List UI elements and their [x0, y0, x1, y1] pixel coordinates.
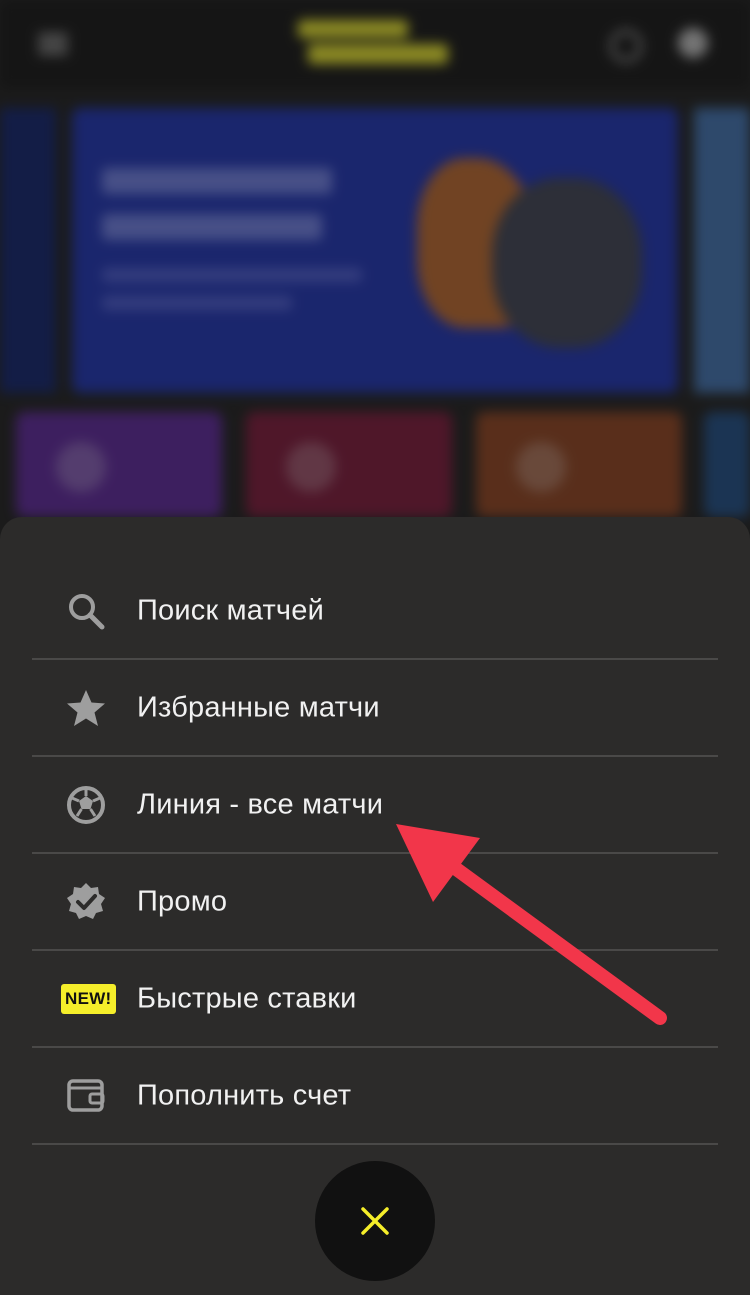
close-icon	[361, 1207, 389, 1235]
new-badge-icon: NEW!	[61, 977, 116, 1021]
wallet-icon	[64, 1074, 108, 1118]
menu-list: Поиск матчей Избранные матчи Линия - все…	[32, 563, 718, 1145]
menu-item-label: Избранные матчи	[137, 691, 380, 723]
top-bar	[0, 0, 750, 88]
menu-item-label: Промо	[137, 885, 228, 917]
menu-item-favorite-matches[interactable]: Избранные матчи	[32, 660, 718, 757]
menu-item-top-up-balance[interactable]: Пополнить счет	[32, 1048, 718, 1145]
menu-item-label: Пополнить счет	[137, 1079, 352, 1111]
menu-item-search-matches[interactable]: Поиск матчей	[32, 563, 718, 660]
promo-banner-next	[694, 108, 750, 393]
bottom-sheet-menu: Поиск матчей Избранные матчи Линия - все…	[0, 517, 750, 1295]
app-logo	[290, 14, 460, 72]
search-icon	[610, 30, 642, 62]
user-icon	[678, 28, 708, 58]
soccer-ball-icon	[64, 783, 108, 827]
hamburger-menu-icon	[38, 30, 68, 56]
category-tile	[246, 412, 452, 517]
menu-item-label: Поиск матчей	[137, 594, 324, 626]
menu-item-label: Быстрые ставки	[137, 982, 357, 1014]
search-icon	[64, 589, 108, 633]
menu-item-all-matches[interactable]: Линия - все матчи	[32, 757, 718, 854]
category-tile	[16, 412, 222, 517]
menu-item-promo[interactable]: Промо	[32, 854, 718, 951]
star-icon	[64, 686, 108, 730]
close-menu-button[interactable]	[315, 1161, 435, 1281]
promo-banner-prev	[0, 108, 56, 393]
promo-banner	[72, 108, 678, 393]
menu-item-label: Линия - все матчи	[137, 788, 384, 820]
category-tile	[704, 412, 750, 517]
new-badge: NEW!	[61, 983, 116, 1014]
category-tile	[476, 412, 682, 517]
verified-badge-icon	[64, 880, 108, 924]
menu-item-quick-bets[interactable]: NEW! Быстрые ставки	[32, 951, 718, 1048]
